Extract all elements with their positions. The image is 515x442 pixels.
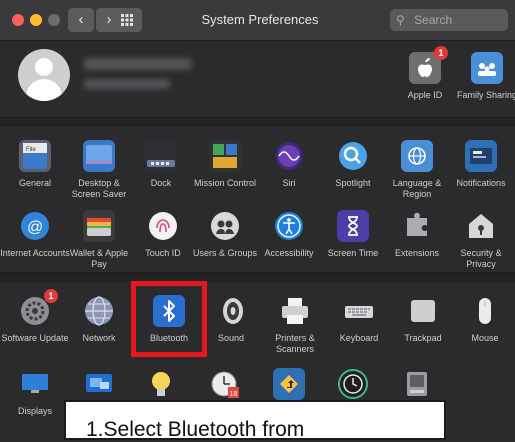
callout-text: 1.Select Bluetooth from [86, 418, 305, 441]
time-machine-icon [337, 368, 369, 400]
section-divider [0, 118, 515, 127]
date-time-icon: 18 [209, 368, 241, 400]
grid-icon [121, 14, 133, 26]
keyboard-icon [343, 295, 375, 327]
internet-accounts-icon: @ [19, 210, 51, 242]
pref-label: Touch ID [145, 248, 181, 258]
energy-saver-icon [145, 368, 177, 400]
pref-label: Family Sharing [456, 90, 515, 100]
pref-label: Wallet & Apple Pay [69, 248, 129, 269]
touch-id-icon [147, 210, 179, 242]
sidecar-icon [83, 368, 115, 400]
window-title: System Preferences [201, 12, 319, 27]
pref-label: Trackpad [404, 333, 442, 343]
svg-text:18: 18 [230, 391, 238, 398]
sharing-icon [273, 368, 305, 400]
users-groups-icon [209, 210, 241, 242]
pref-label: Spotlight [335, 178, 371, 188]
chevron-right-icon: › [106, 11, 112, 28]
pref-label: Software Update [1, 333, 69, 343]
notifications-icon [465, 140, 497, 172]
screen-time-icon [337, 210, 369, 242]
general-icon: File [19, 140, 51, 172]
search-icon: ⚲ [396, 13, 405, 27]
spotlight-icon [337, 140, 369, 172]
svg-text:@: @ [27, 219, 43, 236]
startup-disk-icon [401, 368, 433, 400]
pref-label: Apple ID [407, 90, 443, 100]
search-input[interactable]: ⚲ Search [390, 9, 508, 31]
notification-badge: 1 [44, 289, 58, 303]
desktop-screen-saver-icon [83, 140, 115, 172]
chevron-left-icon: ‹ [78, 11, 84, 28]
minimize-window-button[interactable] [30, 14, 42, 26]
pref-label: Extensions [394, 248, 440, 258]
close-window-button[interactable] [12, 14, 24, 26]
blurred-account-detail [84, 79, 170, 89]
svg-text:File: File [26, 147, 36, 153]
pref-label: Siri [282, 178, 296, 188]
pref-label: Network [82, 333, 116, 343]
pref-label: Language & Region [392, 178, 442, 199]
pref-label: General [18, 178, 52, 188]
mission-control-icon [209, 140, 241, 172]
avatar[interactable] [18, 49, 70, 101]
pref-label: Desktop & Screen Saver [71, 178, 127, 199]
zoom-window-button[interactable] [48, 14, 60, 26]
section-divider [0, 273, 515, 282]
instruction-callout: 1.Select Bluetooth from [64, 400, 446, 441]
pref-label: Security & Privacy [460, 248, 502, 269]
network-icon [83, 295, 115, 327]
search-placeholder: Search [414, 13, 453, 27]
security-privacy-icon [465, 210, 497, 242]
pref-label: Notifications [456, 178, 506, 188]
pref-label: Mouse [471, 333, 499, 343]
notification-badge: 1 [434, 46, 448, 60]
language-region-icon [401, 140, 433, 172]
blurred-account-name [84, 58, 192, 70]
mouse-icon [469, 295, 501, 327]
back-button[interactable]: ‹ [68, 8, 94, 32]
siri-icon [273, 140, 305, 172]
pref-label: Printers & Scanners [275, 333, 315, 354]
pref-label: Mission Control [193, 178, 257, 188]
pref-label: Users & Groups [192, 248, 258, 258]
pref-label: Displays [17, 406, 52, 416]
pref-label: Keyboard [339, 333, 379, 343]
trackpad-icon [407, 295, 439, 327]
dock-icon [145, 140, 177, 172]
pref-label: Internet Accounts [0, 248, 70, 258]
bluetooth-highlight-box [131, 281, 207, 357]
accessibility-icon [273, 210, 305, 242]
pref-label: Dock [150, 178, 172, 188]
pref-label: Accessibility [264, 248, 314, 258]
printers-scanners-icon [279, 295, 311, 327]
family-sharing-icon [471, 52, 503, 84]
show-all-button[interactable] [112, 8, 142, 32]
sound-icon [215, 295, 247, 327]
extensions-icon [401, 210, 433, 242]
pref-label: Screen Time [327, 248, 379, 258]
title-bar: ‹ › System Preferences ⚲ Search [0, 0, 515, 41]
wallet-icon [83, 210, 115, 242]
displays-icon [19, 368, 51, 400]
